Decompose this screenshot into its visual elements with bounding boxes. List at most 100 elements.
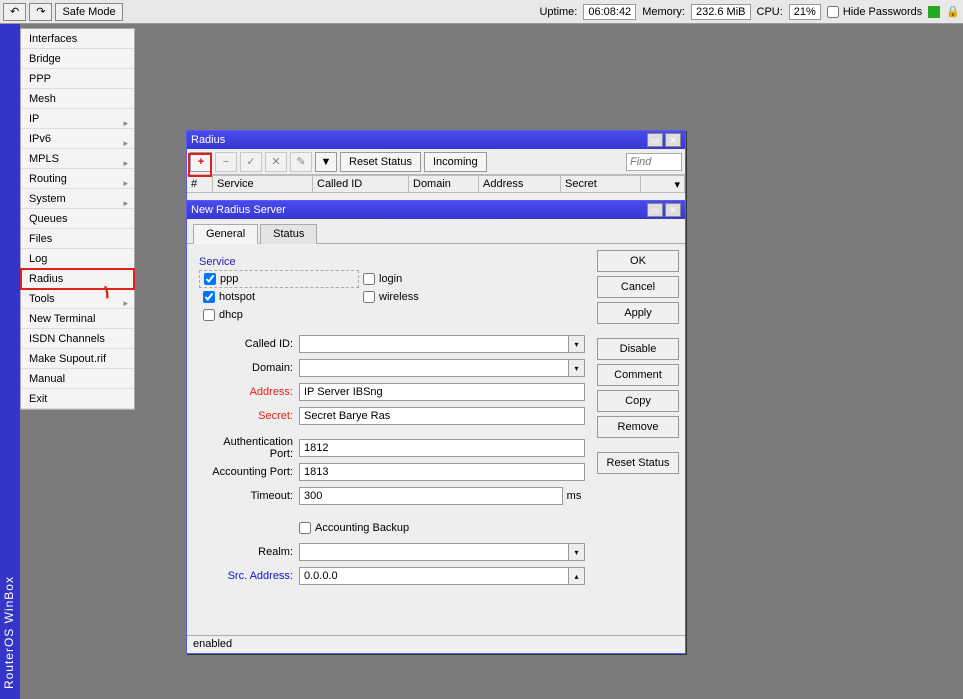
radius-toolbar: + − ✓ ✕ ✎ ▼ Reset Status Incoming [187, 149, 685, 175]
src-address-dropdown-icon[interactable]: ▴ [569, 567, 585, 585]
annotation-1: ۱ [102, 282, 112, 303]
menu-item-make-supout.rif[interactable]: Make Supout.rif [21, 349, 134, 369]
close-button[interactable]: ✕ [665, 203, 681, 217]
columns-dropdown-icon[interactable]: ▾ [641, 176, 685, 192]
menu-item-radius[interactable]: Radius [21, 269, 134, 289]
dialog-main-panel: Service ppp login hotspot wireless dhcp … [193, 250, 591, 630]
ok-button[interactable]: OK [597, 250, 679, 272]
comment-icon[interactable]: ✎ [290, 152, 312, 172]
filter-icon[interactable]: ▼ [315, 152, 337, 172]
column-header-secret[interactable]: Secret [561, 176, 641, 192]
apply-button[interactable]: Apply [597, 302, 679, 324]
service-hotspot-checkbox[interactable]: hotspot [203, 288, 255, 306]
menu-item-ipv6[interactable]: IPv6▸ [21, 129, 134, 149]
enable-icon[interactable]: ✓ [240, 152, 262, 172]
minimize-button[interactable]: ▭ [647, 133, 663, 147]
column-header-called-id[interactable]: Called ID [313, 176, 409, 192]
menu-item-bridge[interactable]: Bridge [21, 49, 134, 69]
menu-item-exit[interactable]: Exit [21, 389, 134, 409]
service-groupbox-label: Service [199, 256, 585, 268]
radius-window-title: Radius [191, 134, 225, 146]
menu-item-ip[interactable]: IP▸ [21, 109, 134, 129]
find-input[interactable] [626, 153, 682, 171]
menu-item-interfaces[interactable]: Interfaces [21, 29, 134, 49]
uptime-value: 06:08:42 [583, 4, 636, 20]
address-label: Address: [199, 386, 299, 398]
add-icon[interactable]: + [190, 152, 212, 172]
incoming-button[interactable]: Incoming [424, 152, 487, 172]
column-header-num[interactable]: # [187, 176, 213, 192]
top-toolbar: ↶ ↷ Safe Mode Uptime: 06:08:42 Memory: 2… [0, 0, 963, 24]
menu-item-queues[interactable]: Queues [21, 209, 134, 229]
menu-item-ppp[interactable]: PPP [21, 69, 134, 89]
acct-port-input[interactable] [299, 463, 585, 481]
domain-label: Domain: [199, 362, 299, 374]
dialog-side-buttons: OK Cancel Apply Disable Comment Copy Rem… [597, 250, 679, 630]
service-ppp-checkbox[interactable]: ppp [204, 270, 238, 288]
cpu-label: CPU: [757, 6, 783, 18]
address-input[interactable] [299, 383, 585, 401]
safe-mode-button[interactable]: Safe Mode [55, 3, 122, 21]
menu-item-manual[interactable]: Manual [21, 369, 134, 389]
sidebar-strip: RouterOS WinBox [0, 24, 20, 699]
service-login-checkbox[interactable]: login [363, 270, 402, 288]
domain-dropdown-icon[interactable]: ▾ [569, 359, 585, 377]
src-address-label: Src. Address: [199, 570, 299, 582]
acct-backup-checkbox[interactable]: Accounting Backup [299, 519, 409, 537]
menu-item-system[interactable]: System▸ [21, 189, 134, 209]
src-address-input[interactable] [299, 567, 569, 585]
menu-item-mesh[interactable]: Mesh [21, 89, 134, 109]
memory-value: 232.6 MiB [691, 4, 751, 20]
menu-item-isdn-channels[interactable]: ISDN Channels [21, 329, 134, 349]
secret-input[interactable] [299, 407, 585, 425]
menu-item-routing[interactable]: Routing▸ [21, 169, 134, 189]
tab-status[interactable]: Status [260, 224, 317, 244]
auth-port-input[interactable] [299, 439, 585, 457]
realm-dropdown-icon[interactable]: ▾ [569, 543, 585, 561]
called-id-input[interactable] [299, 335, 569, 353]
new-radius-titlebar[interactable]: New Radius Server ▭ ✕ [187, 201, 685, 219]
timeout-unit: ms [563, 490, 585, 502]
redo-button[interactable]: ↷ [29, 3, 52, 21]
cancel-button[interactable]: Cancel [597, 276, 679, 298]
status-indicator-icon [928, 6, 940, 18]
close-button[interactable]: ✕ [665, 133, 681, 147]
main-menu: InterfacesBridgePPPMeshIP▸IPv6▸MPLS▸Rout… [20, 28, 135, 410]
tab-general[interactable]: General [193, 224, 258, 244]
menu-item-files[interactable]: Files [21, 229, 134, 249]
remove-button[interactable]: Remove [597, 416, 679, 438]
sidebar-title: RouterOS WinBox [2, 576, 16, 689]
reset-status-button[interactable]: Reset Status [597, 452, 679, 474]
timeout-input[interactable] [299, 487, 563, 505]
memory-label: Memory: [642, 6, 685, 18]
secret-label: Secret: [199, 410, 299, 422]
hide-passwords-checkbox[interactable]: Hide Passwords [827, 3, 922, 21]
domain-input[interactable] [299, 359, 569, 377]
minimize-button[interactable]: ▭ [647, 203, 663, 217]
column-header-domain[interactable]: Domain [409, 176, 479, 192]
dialog-status-bar: enabled [187, 635, 685, 653]
acct-port-label: Accounting Port: [199, 466, 299, 478]
menu-item-log[interactable]: Log [21, 249, 134, 269]
radius-column-headers[interactable]: #ServiceCalled IDDomainAddressSecret▾ [187, 175, 685, 193]
radius-window-titlebar[interactable]: Radius ▭ ✕ [187, 131, 685, 149]
column-header-address[interactable]: Address [479, 176, 561, 192]
undo-button[interactable]: ↶ [3, 3, 26, 21]
disable-button[interactable]: Disable [597, 338, 679, 360]
dialog-tabs: General Status [187, 219, 685, 244]
column-header-service[interactable]: Service [213, 176, 313, 192]
called-id-dropdown-icon[interactable]: ▾ [569, 335, 585, 353]
remove-icon[interactable]: − [215, 152, 237, 172]
new-radius-title: New Radius Server [191, 204, 286, 216]
menu-item-tools[interactable]: Tools▸ [21, 289, 134, 309]
timeout-label: Timeout: [199, 490, 299, 502]
menu-item-mpls[interactable]: MPLS▸ [21, 149, 134, 169]
menu-item-new-terminal[interactable]: New Terminal [21, 309, 134, 329]
copy-button[interactable]: Copy [597, 390, 679, 412]
service-wireless-checkbox[interactable]: wireless [363, 288, 419, 306]
service-dhcp-checkbox[interactable]: dhcp [203, 306, 243, 324]
reset-status-button[interactable]: Reset Status [340, 152, 421, 172]
comment-button[interactable]: Comment [597, 364, 679, 386]
disable-icon[interactable]: ✕ [265, 152, 287, 172]
realm-input[interactable] [299, 543, 569, 561]
